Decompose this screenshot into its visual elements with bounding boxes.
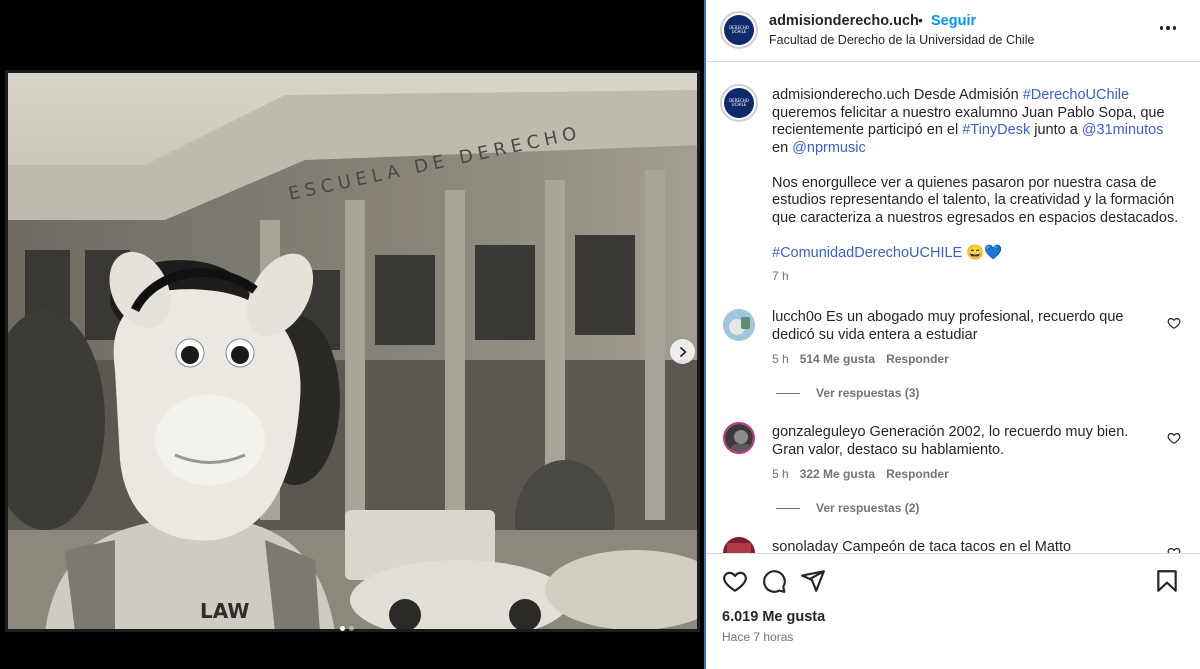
view-replies-label: Ver respuestas (2) [816, 501, 920, 515]
caption-timestamp: 7 h [772, 269, 789, 283]
post-side-panel: DERECHO UCHILE admisionderecho.uch • Seg… [704, 0, 1200, 669]
comment-likes[interactable]: 322 Me gusta [800, 467, 875, 481]
comment-meta: 5 h 514 Me gusta Responder [772, 352, 949, 366]
replies-line [776, 392, 800, 394]
caption-text: junto a [1030, 122, 1082, 138]
hashtag-tinydesk[interactable]: #TinyDesk [962, 122, 1030, 138]
comment-text: sonoladay Campeón de taca tacos en el Ma… [772, 539, 1142, 553]
post-caption: admisionderecho.uch Desde Admisión #Dere… [772, 87, 1182, 280]
avatar-logo-text: DERECHO UCHILE [729, 25, 749, 34]
comment-time: 5 h [772, 352, 789, 366]
caption-text: Desde Admisión [909, 87, 1023, 103]
caption-text: en [772, 139, 793, 156]
follow-button[interactable]: Seguir [931, 13, 976, 29]
comment-likes[interactable]: 514 Me gusta [800, 352, 875, 366]
hashtag-derechouchile[interactable]: #DerechoUChile [1023, 87, 1129, 103]
photo-illustration: ESCUELA DE DERECHO LAW [5, 70, 700, 632]
post-timestamp: Hace 7 horas [722, 630, 794, 644]
avatar-logo: DERECHO UCHILE [724, 88, 754, 118]
bookmark-icon[interactable] [1154, 568, 1180, 594]
comment-body: Campeón de taca tacos en el Matto [838, 539, 1072, 553]
comment-thread[interactable]: DERECHO UCHILE admisionderecho.uch Desde… [706, 63, 1200, 553]
more-options-button[interactable] [1158, 18, 1178, 38]
caption-paragraph-3: #ComunidadDerechoUCHILE 😄💙 [772, 245, 1182, 263]
media-pane: ESCUELA DE DERECHO LAW [0, 0, 704, 669]
shirt-text: LAW [200, 599, 249, 623]
comment-icon[interactable] [761, 568, 787, 594]
commenter-avatar[interactable] [723, 537, 755, 553]
comment-username[interactable]: gonzaleguleyo [772, 424, 866, 440]
mention-31minutos[interactable]: @31minutos [1082, 122, 1164, 138]
heart-icon[interactable] [1167, 546, 1181, 553]
comment-text: lucch0o Es un abogado muy profesional, r… [772, 309, 1142, 344]
carousel-next-button[interactable] [670, 339, 695, 364]
caption-avatar[interactable]: DERECHO UCHILE [720, 84, 758, 122]
comment-text: gonzaleguleyo Generación 2002, lo recuer… [772, 424, 1142, 459]
post-header: DERECHO UCHILE admisionderecho.uch • Seg… [706, 0, 1200, 62]
comment-username[interactable]: lucch0o [772, 309, 822, 325]
share-icon[interactable] [800, 568, 826, 594]
view-replies-label: Ver respuestas (3) [816, 386, 920, 400]
caption-paragraph-2: Nos enorgullece ver a quienes pasaron po… [772, 174, 1179, 226]
comment-username[interactable]: sonoladay [772, 539, 838, 553]
mention-nprmusic[interactable]: @nprmusic [792, 140, 866, 156]
caption-emoji: 😄💙 [966, 244, 1003, 261]
carousel-indicator [340, 626, 354, 631]
more-icon [1159, 26, 1164, 30]
avatar-image [723, 537, 755, 553]
commenter-avatar[interactable] [723, 422, 755, 454]
avatar-image [725, 424, 753, 452]
comment-meta: 5 h 322 Me gusta Responder [772, 467, 949, 481]
carousel-dot [349, 626, 354, 631]
reply-button[interactable]: Responder [886, 467, 949, 481]
reply-button[interactable]: Responder [886, 352, 949, 366]
avatar-image [723, 309, 755, 341]
header-subtitle: Facultad de Derecho de la Universidad de… [769, 33, 1035, 47]
view-replies-button[interactable]: Ver respuestas (2) [776, 501, 919, 515]
replies-line [776, 507, 800, 509]
likes-count[interactable]: 6.019 Me gusta [722, 609, 825, 625]
view-replies-button[interactable]: Ver respuestas (3) [776, 386, 919, 400]
heart-icon[interactable] [722, 568, 748, 594]
header-username[interactable]: admisionderecho.uch [769, 13, 919, 29]
account-avatar[interactable]: DERECHO UCHILE [720, 11, 758, 49]
post-actions: 6.019 Me gusta Hace 7 horas [706, 553, 1200, 669]
post-photo[interactable]: ESCUELA DE DERECHO LAW [5, 70, 700, 632]
commenter-avatar[interactable] [723, 309, 755, 341]
avatar-logo-text: DERECHO UCHILE [729, 98, 749, 107]
avatar-logo: DERECHO UCHILE [724, 15, 754, 45]
comment-body: Es un abogado muy profesional, recuerdo … [772, 309, 1124, 343]
comment-time: 5 h [772, 467, 789, 481]
carousel-dot-active [340, 626, 345, 631]
header-separator: • [918, 12, 923, 28]
more-icon-dot [1172, 26, 1177, 30]
chevron-right-icon [679, 346, 686, 357]
caption-username[interactable]: admisionderecho.uch [772, 87, 910, 103]
hashtag-comunidad[interactable]: #ComunidadDerechoUCHILE [772, 245, 962, 261]
more-icon-dot [1166, 26, 1170, 30]
heart-icon[interactable] [1167, 316, 1181, 330]
caption-paragraph-1: admisionderecho.uch Desde Admisión #Dere… [772, 87, 1182, 157]
heart-icon[interactable] [1167, 431, 1181, 445]
